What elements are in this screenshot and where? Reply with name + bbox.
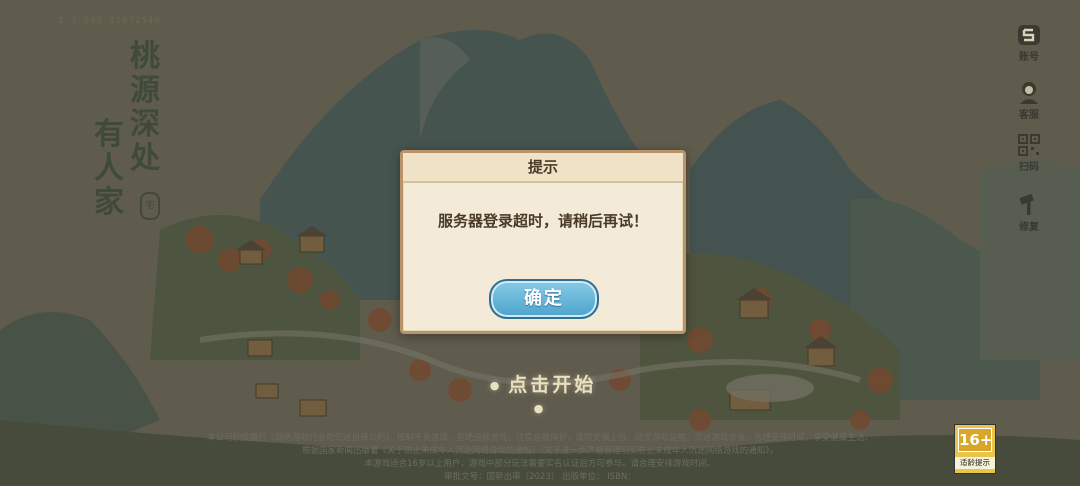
legal-notice: 本公司积极履行《网络游戏行业防沉迷自律公约》 抵制不良游戏，拒绝盗版游戏。注意自… (180, 432, 900, 484)
age-rating-value: 16+ (958, 428, 992, 452)
customer-service-icon (1020, 82, 1038, 104)
dialog-title: 提示 (403, 153, 683, 183)
legal-line: 审批文号：国新出审〔2023〕 出版单位： ISBN： (444, 472, 636, 482)
qr-scan-label: 扫码 (1019, 162, 1039, 173)
start-label: 点击开始 (508, 374, 597, 396)
game-logo: 桃源深处 有人家 宅 (86, 40, 186, 240)
age-rating-badge[interactable]: 16+ 适龄提示 (954, 424, 996, 474)
qr-scan-icon (1018, 134, 1040, 156)
customer-service-label: 客服 (1019, 110, 1039, 121)
legal-line: 本公司积极履行《网络游戏行业防沉迷自律公约》 抵制不良游戏，拒绝盗版游戏。注意自… (207, 433, 873, 443)
logo-seal: 宅 (140, 192, 160, 220)
alert-dialog: 提示 服务器登录超时，请稍后再试！ 确定 (400, 150, 686, 334)
customer-service-button[interactable]: 客服 (1004, 80, 1054, 126)
account-icon (1018, 25, 1040, 45)
confirm-button[interactable]: 确定 (489, 279, 599, 319)
age-rating-label: 适龄提示 (955, 457, 995, 469)
version-label: 2.3.045_21672540 (58, 16, 161, 26)
qr-scan-button[interactable]: 扫码 (1004, 134, 1054, 180)
legal-line: 本游戏适合16岁以上用户，游戏中部分玩法需要实名认证后方可参与。请合理安排游戏时… (364, 459, 716, 469)
tap-to-start[interactable]: ● 点击开始 ● (478, 370, 602, 419)
repair-hammer-icon (1019, 194, 1034, 215)
repair-button[interactable]: 修复 (1004, 194, 1054, 240)
dialog-message: 服务器登录超时，请稍后再试！ (437, 212, 648, 230)
start-dot-right: ● (533, 402, 547, 415)
logo-text-1: 桃源深处 (130, 39, 160, 176)
account-label: 账号 (1019, 52, 1039, 63)
start-dot-left: ● (489, 379, 503, 392)
account-button[interactable]: 账号 (1004, 24, 1054, 70)
legal-line: 根据国家新闻出版署《关于防止未成年人沉迷网络游戏的通知》《关于进一步严格管理切实… (301, 446, 778, 456)
logo-text-2: 有人家 (94, 117, 124, 220)
repair-label: 修复 (1019, 222, 1039, 233)
